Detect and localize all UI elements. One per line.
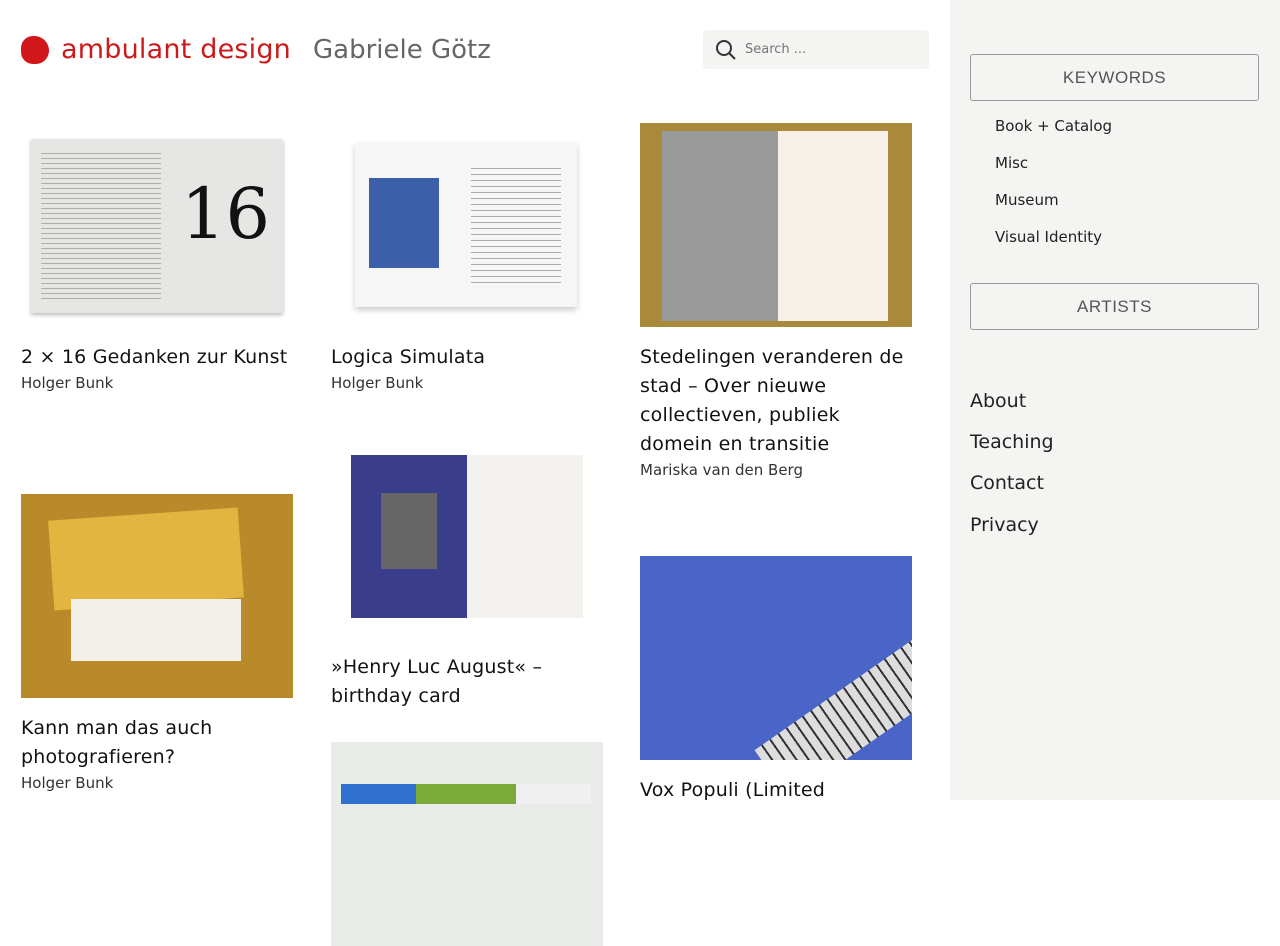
nav-contact[interactable]: Contact (970, 472, 1044, 494)
project-title[interactable]: Kann man das auch photografieren? (21, 714, 293, 772)
search-box[interactable] (703, 30, 929, 69)
project-author: Holger Bunk (331, 374, 424, 392)
project-title[interactable]: Stedelingen veranderen de stad – Over ni… (640, 343, 912, 459)
project-image[interactable] (640, 556, 912, 760)
logo-blob-icon (21, 35, 49, 64)
project-title[interactable]: »Henry Luc August« – birthday card (331, 653, 603, 711)
project-image[interactable] (331, 742, 603, 946)
project-card[interactable] (331, 742, 603, 946)
project-image[interactable]: 16 (21, 123, 293, 327)
brand-name[interactable]: ambulant design (61, 34, 291, 65)
keyword-link[interactable]: Museum (995, 191, 1059, 209)
project-image[interactable] (640, 123, 912, 327)
project-image[interactable] (21, 494, 293, 698)
keyword-link[interactable]: Book + Catalog (995, 117, 1112, 135)
project-title[interactable]: Logica Simulata (331, 343, 603, 372)
keywords-button[interactable]: KEYWORDS (970, 54, 1259, 101)
keyword-link[interactable]: Visual Identity (995, 228, 1102, 246)
site-logo[interactable]: ambulant design Gabriele Götz (21, 34, 491, 65)
project-card[interactable]: Kann man das auch photografieren? Holger… (21, 494, 293, 792)
nav-about[interactable]: About (970, 390, 1026, 412)
project-author: Holger Bunk (21, 374, 114, 392)
project-image[interactable] (331, 437, 603, 637)
project-title[interactable]: 2 × 16 Gedanken zur Kunst (21, 343, 293, 372)
project-card[interactable]: Vox Populi (Limited (640, 556, 912, 805)
project-image[interactable] (331, 123, 603, 327)
project-title[interactable]: Vox Populi (Limited (640, 776, 912, 805)
project-author: Mariska van den Berg (640, 461, 803, 479)
keyword-link[interactable]: Misc (995, 154, 1028, 172)
project-card[interactable]: »Henry Luc August« – birthday card (331, 437, 603, 711)
project-card[interactable]: Logica Simulata Holger Bunk (331, 123, 603, 392)
project-author: Holger Bunk (21, 774, 114, 792)
project-card[interactable]: 16 2 × 16 Gedanken zur Kunst Holger Bunk (21, 123, 293, 392)
nav-privacy[interactable]: Privacy (970, 514, 1039, 536)
search-input[interactable] (745, 42, 915, 57)
nav-teaching[interactable]: Teaching (970, 431, 1054, 453)
search-icon[interactable] (715, 39, 737, 61)
artists-button[interactable]: ARTISTS (970, 283, 1259, 330)
project-card[interactable]: Stedelingen veranderen de stad – Over ni… (640, 123, 912, 479)
person-name: Gabriele Götz (313, 34, 491, 65)
sidebar: KEYWORDS Book + Catalog Misc Museum Visu… (950, 0, 1280, 800)
